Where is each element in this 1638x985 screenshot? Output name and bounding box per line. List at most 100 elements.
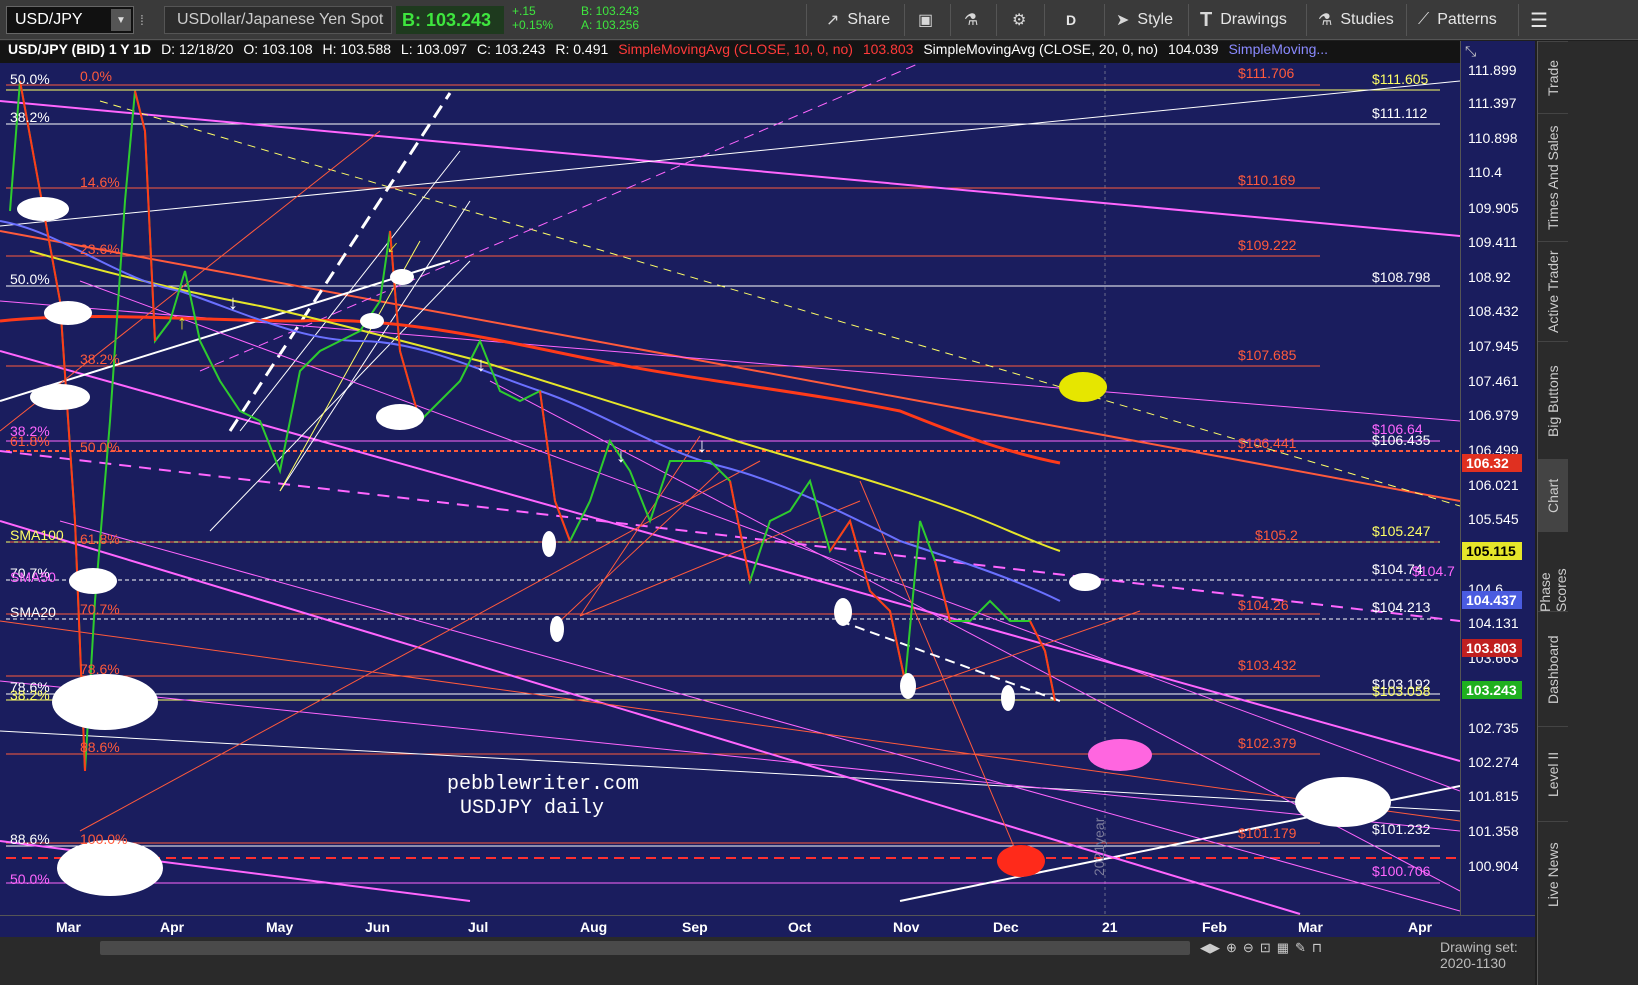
fib-label-left: SMA100 — [10, 527, 64, 543]
price-label-right: $103.432 — [1238, 657, 1297, 673]
legend-open: O: 103.108 — [243, 41, 313, 57]
symbol-selector[interactable]: USD/JPY ▼ — [6, 6, 134, 34]
share-button[interactable]: ↗ Share — [826, 4, 890, 36]
time-axis-tick: Jun — [365, 919, 390, 935]
watermark-line1: pebblewriter.com — [447, 773, 640, 796]
patterns-button[interactable]: ⟋ Patterns — [1418, 4, 1497, 36]
legend-symbol: USD/JPY (BID) 1 Y 1D — [8, 41, 152, 57]
price-tag-105.115: 105.115 — [1462, 542, 1522, 560]
legend-sma-more[interactable]: SimpleMoving... — [1228, 41, 1328, 57]
time-axis-tick: Sep — [682, 919, 708, 935]
fib-label-left: 78.6% — [80, 661, 120, 677]
sidebar-tab-times-and-sales[interactable]: Times And Sales — [1538, 113, 1568, 242]
grid-icon[interactable]: ▦ — [1277, 940, 1289, 956]
sidebar-tab-chart[interactable]: Chart — [1538, 459, 1568, 532]
chart-toolbar: USD/JPY ▼ ⁞ USDollar/Japanese Yen Spot B… — [0, 0, 1638, 40]
flask-icon: ⚗ — [964, 12, 979, 29]
sidebar-tab-phase-scores[interactable]: Phase Scores — [1537, 531, 1569, 612]
fib-label-left: 0.0% — [80, 68, 112, 84]
price-label-right: $104.213 — [1372, 599, 1431, 615]
lab-button[interactable]: ⚗ — [964, 4, 986, 36]
price-label-right: $105.247 — [1372, 523, 1431, 539]
link-icon[interactable]: ⁞ — [140, 6, 144, 34]
scroll-left-icon[interactable]: ◀▶ — [1200, 940, 1220, 956]
symbol-text: USD/JPY — [15, 11, 83, 28]
period-selector[interactable]: D — [1066, 4, 1076, 36]
price-label-right: $102.379 — [1238, 735, 1297, 751]
ask-small: A: 103.256 — [581, 18, 640, 32]
fib-label-left: 88.6% — [80, 739, 120, 755]
sidebar-tab-level-ii[interactable]: Level II — [1538, 726, 1568, 822]
chart-area[interactable]: ↓ ↓ ↓ ↓ ↑ ↓ 2021year 50.0% 0.0% 38.2% 14.6%… — [0, 41, 1460, 915]
toolbar-divider — [1104, 4, 1105, 36]
settings-button[interactable]: ⚙ — [1012, 4, 1034, 36]
magnet-icon[interactable]: ⊓ — [1312, 940, 1322, 956]
studies-label: Studies — [1340, 11, 1394, 28]
sidebar-tab-dashboard[interactable]: Dashboard — [1538, 611, 1568, 727]
gear-icon: ⚙ — [1012, 12, 1027, 29]
svg-text:↓: ↓ — [382, 235, 404, 258]
right-sidebar: Trade Times And Sales Active Trader Big But… — [1537, 41, 1638, 985]
toolbar-divider — [1518, 4, 1519, 36]
toolbar-divider — [1406, 4, 1407, 36]
price-axis-tick: 111.397 — [1468, 95, 1517, 111]
drawings-button[interactable]: T Drawings — [1200, 4, 1287, 36]
price-label-right: $101.232 — [1372, 821, 1431, 837]
scrollbar-thumb[interactable] — [100, 941, 1190, 955]
share-icon: ↗ — [826, 12, 840, 29]
toolbar-divider — [1306, 4, 1307, 36]
time-axis[interactable]: Mar Apr May Jun Jul Aug Sep Oct Nov Dec 21 Feb Mar Ap… — [0, 915, 1535, 937]
drawing-set-label[interactable]: Drawing set: 2020-1130 — [1440, 939, 1535, 971]
price-label-right: $111.706 — [1238, 65, 1295, 81]
price-axis-tick: 107.945 — [1468, 338, 1519, 354]
drawings-label: Drawings — [1220, 11, 1287, 28]
style-button[interactable]: ➤ Style — [1116, 4, 1173, 36]
legend-date: D: 12/18/20 — [161, 41, 234, 57]
patterns-label: Patterns — [1437, 11, 1497, 28]
snapshot-button[interactable]: ▣ — [918, 4, 941, 36]
zoom-in-icon[interactable]: ⊕ — [1226, 940, 1237, 956]
chart-scrollbar[interactable]: ◀▶ ⊕ ⊖ ⊡ ▦ ✎ ⊓ Drawing set: 2020-1130 — [0, 937, 1535, 985]
svg-text:↓: ↓ — [697, 435, 707, 457]
share-label: Share — [847, 11, 891, 28]
fib-label-left: 100.0% — [80, 831, 128, 847]
legend-range: R: 0.491 — [555, 41, 609, 57]
price-label-right: $103.058 — [1372, 683, 1431, 699]
drawing-tool-icon[interactable]: ✎ — [1295, 940, 1306, 956]
price-label-right: $106.435 — [1372, 432, 1431, 448]
studies-button[interactable]: ⚗ Studies — [1318, 4, 1394, 36]
zoom-out-icon[interactable]: ⊖ — [1243, 940, 1254, 956]
legend-sma20[interactable]: SimpleMovingAvg (CLOSE, 20, 0, no) — [923, 41, 1158, 57]
fib-label-left: SMA50 — [10, 569, 56, 585]
price-axis-tick: 101.358 — [1468, 823, 1519, 839]
toolbar-divider — [1188, 4, 1189, 36]
zoom-fit-icon[interactable]: ⊡ — [1260, 940, 1271, 956]
toolbar-divider — [806, 4, 807, 36]
sidebar-tab-big-buttons[interactable]: Big Buttons — [1538, 341, 1568, 460]
legend-close: C: 103.243 — [476, 41, 546, 57]
legend-sma10[interactable]: SimpleMovingAvg (CLOSE, 10, 0, no) — [618, 41, 853, 57]
svg-text:↓: ↓ — [228, 292, 238, 314]
patterns-icon: ⟋ — [1418, 11, 1430, 28]
cursor-icon: ➤ — [1116, 12, 1130, 29]
price-label-right: $104.26 — [1238, 597, 1289, 613]
sidebar-tab-active-trader[interactable]: Active Trader — [1538, 241, 1568, 342]
expand-icon[interactable]: ⤡ — [1465, 43, 1476, 60]
toolbar-divider — [950, 4, 951, 36]
chart-legend-bar: USD/JPY (BID) 1 Y 1D D: 12/18/20 O: 103.… — [0, 41, 1460, 63]
price-axis-tick: 100.904 — [1468, 858, 1519, 874]
chevron-down-icon[interactable]: ▼ — [111, 9, 131, 31]
time-axis-tick: Dec — [993, 919, 1019, 935]
bid-ask-display: B: 103.243 A: 103.256 — [581, 4, 639, 32]
menu-button[interactable]: ☰ — [1530, 4, 1548, 36]
fib-label-left: 50.0% — [80, 439, 120, 455]
price-label-right: $107.685 — [1238, 347, 1297, 363]
time-axis-tick: 21 — [1102, 919, 1118, 935]
sidebar-tab-trade[interactable]: Trade — [1538, 41, 1568, 114]
price-label-right: $110.169 — [1238, 172, 1296, 188]
time-axis-tick: May — [266, 919, 294, 935]
sidebar-tab-live-news[interactable]: Live News — [1538, 821, 1568, 927]
time-axis-tick: Mar — [56, 919, 81, 935]
price-label-right: $104.7 — [1412, 563, 1455, 579]
legend-low: L: 103.097 — [400, 41, 468, 57]
